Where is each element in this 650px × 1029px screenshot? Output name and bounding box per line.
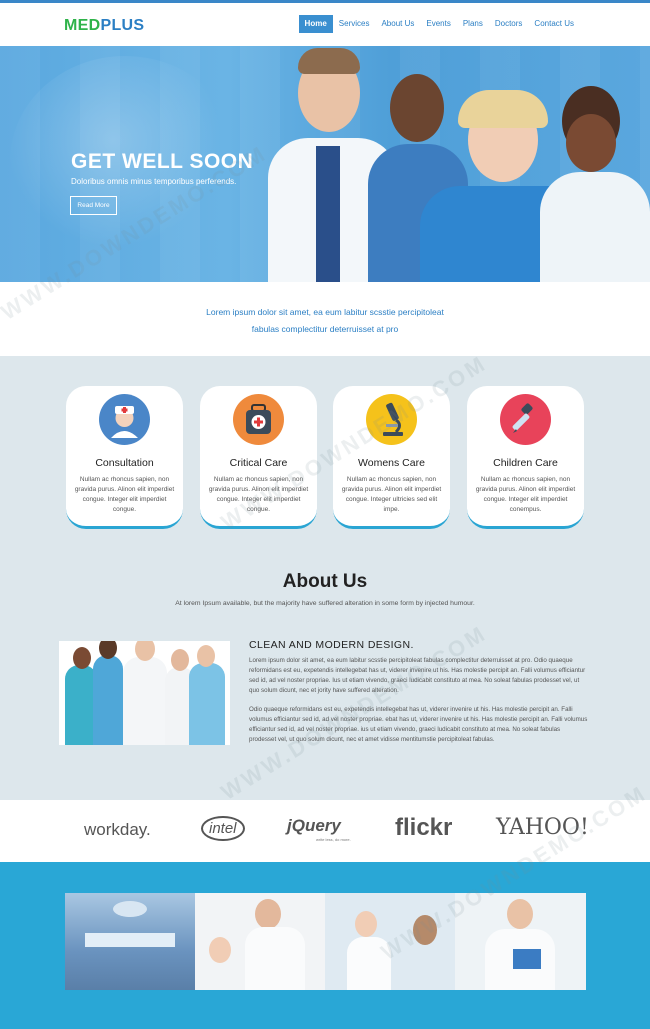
gallery-image-operating-room [65, 893, 195, 990]
service-title: Womens Care [358, 457, 425, 469]
intro-line-1: Lorem ipsum dolor sit amet, ea eum labit… [206, 307, 444, 317]
service-card-critical-care[interactable]: Critical Care Nullam ac rhoncus sapien, … [200, 386, 317, 529]
nav-events[interactable]: Events [420, 15, 456, 33]
intro-section: Lorem ipsum dolor sit amet, ea eum labit… [0, 282, 650, 356]
gallery-image-doctor-patient [325, 893, 455, 990]
design-heading: CLEAN AND MODERN DESIGN. [249, 639, 414, 651]
read-more-button[interactable]: Read More [70, 196, 117, 215]
yahoo-logo: YAHOO! [496, 815, 589, 840]
partner-logos: workday. intel jQuery write less, do mor… [0, 800, 650, 862]
jquery-tagline: write less, do more. [316, 837, 351, 842]
service-title: Critical Care [229, 457, 288, 469]
service-card-consultation[interactable]: Consultation Nullam ac rhoncus sapien, n… [66, 386, 183, 529]
main-nav: Home Services About Us Events Plans Doct… [298, 15, 580, 33]
gallery-section [0, 862, 650, 1029]
service-card-womens-care[interactable]: Womens Care Nullam ac rhoncus sapien, no… [333, 386, 450, 529]
flickr-logo: flickr [395, 814, 453, 841]
header: MEDPLUS Home Services About Us Events Pl… [0, 3, 650, 46]
nav-contact-us[interactable]: Contact Us [528, 15, 580, 33]
gallery-image-senior-doctor [455, 893, 586, 990]
intro-line-2: fabulas complectitur deterruisset at pro [251, 324, 399, 334]
intel-logo: intel [201, 816, 245, 841]
about-subtitle: At lorem Ipsum available, but the majori… [175, 600, 475, 607]
about-paragraph-1: Lorem ipsum dolor sit amet, ea eum labit… [249, 657, 586, 694]
workday-logo: workday. [84, 820, 151, 839]
site-logo[interactable]: MEDPLUS [64, 17, 144, 35]
hero-subtitle: Doloribus omnis minus temporibus perfere… [71, 177, 237, 186]
doctor-figure-3 [540, 76, 650, 282]
about-title: About Us [282, 571, 368, 592]
service-description: Nullam ac rhoncus sapien, non gravida pu… [341, 476, 442, 513]
team-photo [59, 641, 230, 745]
service-description: Nullam ac rhoncus sapien, non gravida pu… [74, 476, 175, 513]
about-paragraph-2: Odio quaeque reformidans est eu, expeten… [249, 706, 588, 743]
service-card-children-care[interactable]: Children Care Nullam ac rhoncus sapien, … [467, 386, 584, 529]
services-section: Consultation Nullam ac rhoncus sapien, n… [0, 356, 650, 800]
service-description: Nullam ac rhoncus sapien, non gravida pu… [208, 476, 309, 513]
nav-home[interactable]: Home [298, 15, 333, 33]
medical-kit-icon [233, 394, 284, 445]
microscope-icon [366, 394, 417, 445]
nav-plans[interactable]: Plans [457, 15, 489, 33]
hero-banner: GET WELL SOON Doloribus omnis minus temp… [0, 46, 650, 282]
nurse-icon [99, 394, 150, 445]
nav-services[interactable]: Services [333, 15, 376, 33]
nav-doctors[interactable]: Doctors [489, 15, 529, 33]
nav-about-us[interactable]: About Us [375, 15, 420, 33]
gallery-image-doctor-child [195, 893, 325, 990]
dropper-icon [500, 394, 551, 445]
logo-part-plus: PLUS [100, 17, 145, 34]
hero-title: GET WELL SOON [71, 150, 254, 173]
service-title: Children Care [493, 457, 558, 469]
service-description: Nullam ac rhoncus sapien, non gravida pu… [475, 476, 576, 513]
jquery-logo: jQuery [287, 816, 341, 835]
service-title: Consultation [95, 457, 154, 469]
logo-part-med: MED [64, 17, 101, 34]
